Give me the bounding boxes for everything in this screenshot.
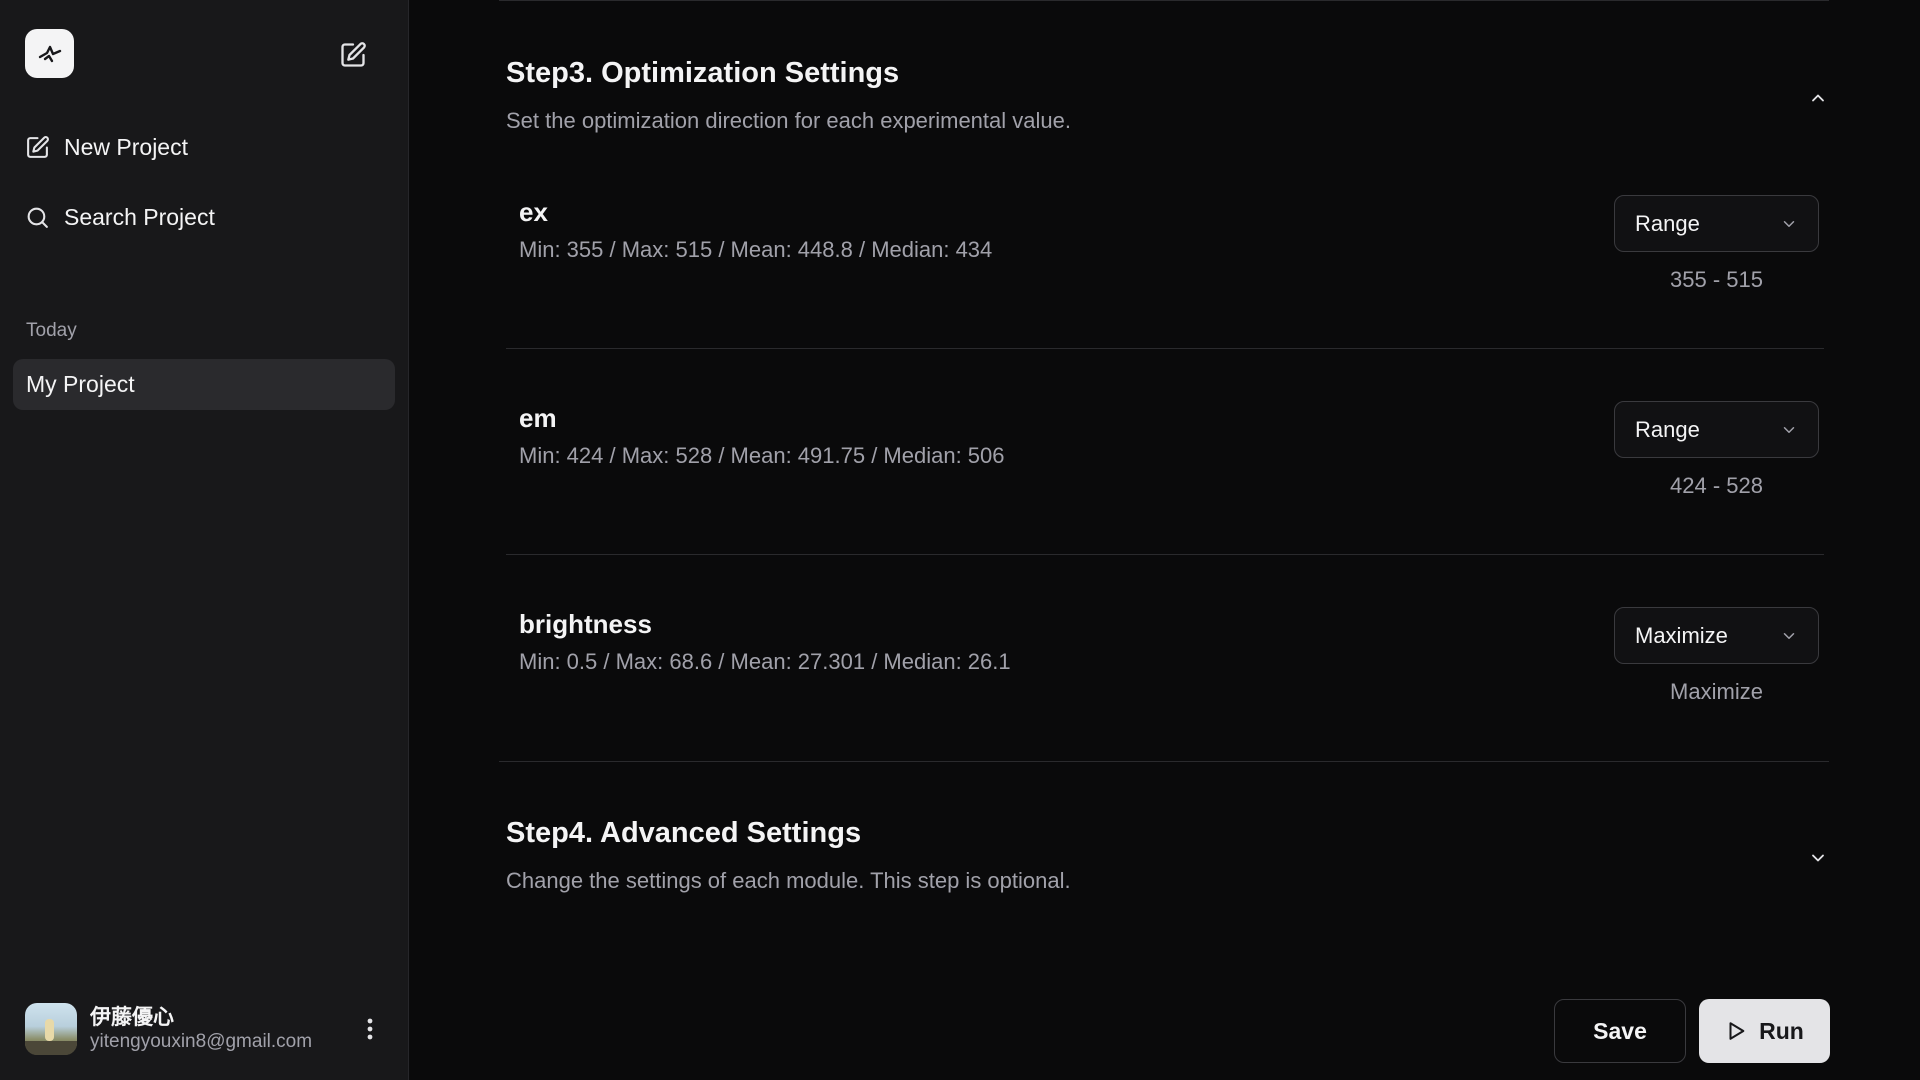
compose-icon [341,42,366,67]
new-project-label: New Project [64,133,188,160]
target-value-text: 424 - 528 [1670,473,1763,498]
variable-stats: Min: 424 / Max: 528 / Mean: 491.75 / Med… [519,443,1005,468]
chevron-up-icon [1812,94,1824,102]
target-value-text: 355 - 515 [1670,267,1763,292]
run-label: Run [1759,1017,1804,1044]
user-profile[interactable]: 伊藤優心 yitengyouxin8@gmail.com [25,1002,385,1056]
search-project-button[interactable]: Search Project [25,197,215,237]
avatar [25,1003,77,1055]
user-email: yitengyouxin8@gmail.com [90,1031,313,1052]
select-value: Range [1635,416,1700,442]
step4-title: Step4. Advanced Settings [506,817,862,849]
variable-stats: Min: 0.5 / Max: 68.6 / Mean: 27.301 / Me… [519,649,1011,674]
save-label: Save [1593,1017,1647,1044]
variable-stats: Min: 355 / Max: 515 / Mean: 448.8 / Medi… [519,237,993,262]
play-icon [1729,1022,1745,1040]
new-chat-button[interactable] [338,40,368,70]
variable-row-em: em Min: 424 / Max: 528 / Mean: 491.75 / … [506,349,1824,555]
optimization-mode-select[interactable]: Maximize [1614,607,1819,664]
step4-expand-button[interactable] [1806,846,1830,870]
chevron-down-icon [1812,854,1824,862]
step3-collapse-button[interactable] [1806,86,1830,110]
sidebar-item-my-project[interactable]: My Project [13,359,395,410]
variable-name: em [519,403,557,433]
user-menu-button[interactable] [355,1014,385,1044]
search-icon [27,207,48,228]
logo-icon [38,45,61,62]
step3-description: Set the optimization direction for each … [506,108,1071,133]
select-value: Range [1635,210,1700,236]
variable-name: ex [519,197,548,227]
search-project-label: Search Project [64,203,215,230]
variable-row-ex: ex Min: 355 / Max: 515 / Mean: 448.8 / M… [506,143,1824,349]
divider [499,761,1829,762]
divider [499,0,1829,1]
chevron-down-icon [1783,426,1795,433]
optimization-mode-select[interactable]: Range [1614,195,1819,252]
main-content: Step3. Optimization Settings Set the opt… [409,0,1920,1080]
run-button[interactable]: Run [1699,999,1830,1063]
select-value: Maximize [1635,622,1728,648]
optimization-mode-select[interactable]: Range [1614,401,1819,458]
section-label-today: Today [26,320,77,341]
target-value-text: Maximize [1670,679,1763,704]
chevron-down-icon [1783,632,1795,639]
app-logo[interactable] [25,29,74,78]
more-vertical-icon [367,1018,373,1040]
step4-description: Change the settings of each module. This… [506,868,1071,893]
compose-icon [27,135,49,158]
chevron-down-icon [1783,220,1795,227]
sidebar: New Project Search Project Today My Proj… [0,0,409,1080]
user-name: 伊藤優心 [90,1005,174,1029]
step3-title: Step3. Optimization Settings [506,57,900,89]
save-button[interactable]: Save [1554,999,1686,1063]
new-project-button[interactable]: New Project [25,127,188,167]
variable-row-brightness: brightness Min: 0.5 / Max: 68.6 / Mean: … [506,555,1824,761]
variable-name: brightness [519,609,652,639]
project-label: My Project [26,371,135,397]
